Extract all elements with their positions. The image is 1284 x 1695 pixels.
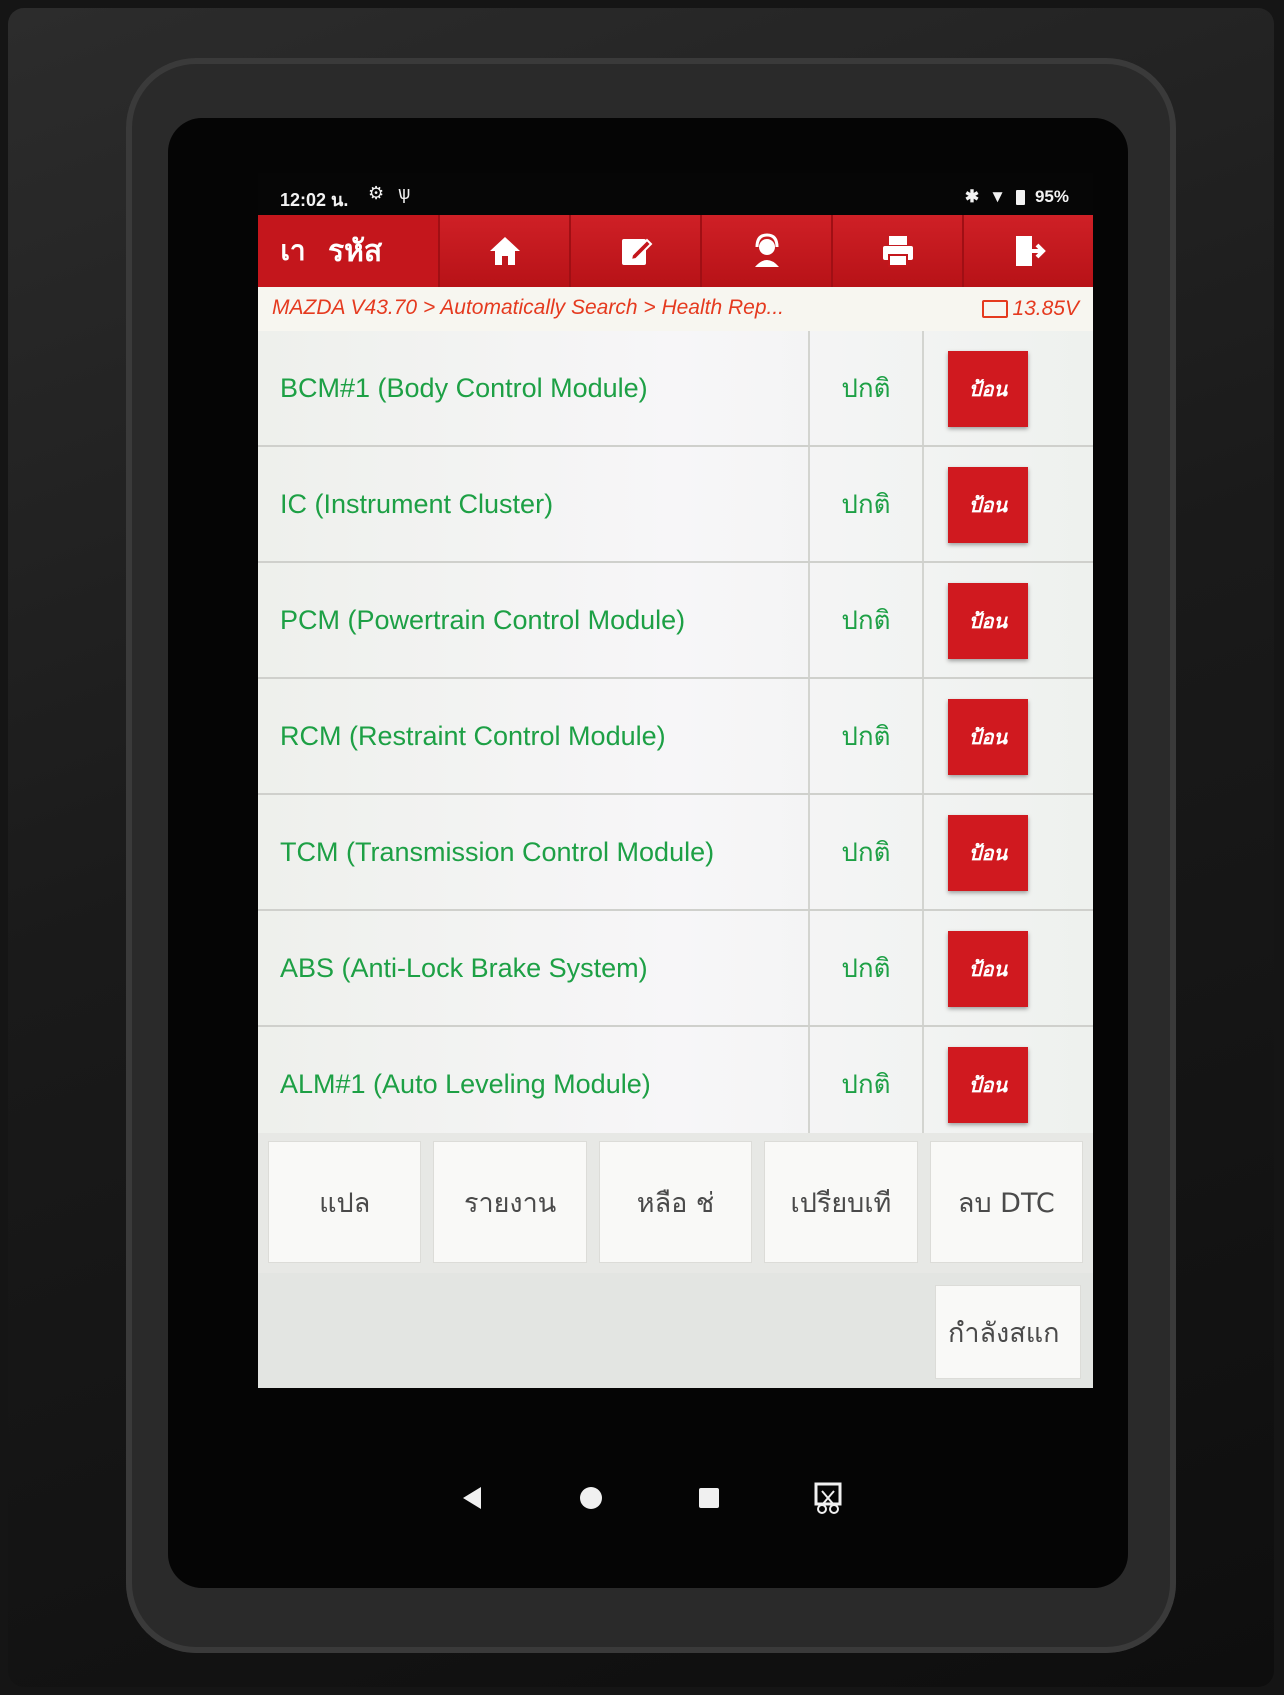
module-name: BCM#1 (Body Control Module)	[280, 331, 810, 445]
module-status: ปกติ	[810, 795, 924, 909]
enter-button[interactable]: ป้อน	[948, 815, 1028, 891]
breadcrumb-path: MAZDA V43.70 > Automatically Search > He…	[272, 296, 785, 319]
status-right: ✱ ▼ 95%	[965, 187, 1069, 207]
wifi-icon: ▼	[989, 187, 1006, 206]
app-screen: 12:02 น. ⚙ ѱ ✱ ▼ 95% เา รหัส MAZDA V43.7…	[258, 173, 1093, 1388]
enter-button[interactable]: ป้อน	[948, 699, 1028, 775]
module-row: RCM (Restraint Control Module) ปกติ ป้อน	[258, 679, 1093, 795]
battery-voltage-icon	[982, 300, 1009, 318]
enter-button[interactable]: ป้อน	[948, 1047, 1028, 1123]
support-button[interactable]	[700, 215, 831, 287]
breadcrumb: MAZDA V43.70 > Automatically Search > He…	[258, 287, 1093, 332]
module-name: ALM#1 (Auto Leveling Module)	[280, 1027, 810, 1141]
status-bar: 12:02 น. ⚙ ѱ ✱ ▼ 95%	[258, 173, 1093, 215]
voltage-value: 13.85V	[1012, 297, 1079, 320]
module-name: PCM (Powertrain Control Module)	[280, 563, 810, 677]
module-status: ปกติ	[810, 1027, 924, 1141]
battery-icon	[1015, 189, 1025, 205]
module-name: RCM (Restraint Control Module)	[280, 679, 810, 793]
settings-icon: ⚙	[368, 183, 385, 203]
android-navbar	[450, 1468, 850, 1528]
module-status: ปกติ	[810, 679, 924, 793]
tablet-device: 12:02 น. ⚙ ѱ ✱ ▼ 95% เา รหัส MAZDA V43.7…	[8, 8, 1274, 1687]
module-name: IC (Instrument Cluster)	[280, 447, 810, 561]
module-list: BCM#1 (Body Control Module) ปกติ ป้อน IC…	[258, 331, 1093, 1149]
battery-level: 95%	[1034, 187, 1069, 206]
back-button[interactable]: เา	[258, 215, 328, 287]
enter-button[interactable]: ป้อน	[948, 351, 1028, 427]
enter-button[interactable]: ป้อน	[948, 583, 1028, 659]
action-bar: แปล รายงาน หลือ ช่ เปรียบเที ลบ DTC	[258, 1133, 1093, 1273]
module-status: ปกติ	[810, 447, 924, 561]
clear-dtc-button[interactable]: ลบ DTC	[929, 1141, 1084, 1263]
nav-home-button[interactable]	[569, 1476, 613, 1520]
nav-screenshot-button[interactable]	[806, 1476, 850, 1520]
exit-icon	[1015, 236, 1046, 266]
module-row: PCM (Powertrain Control Module) ปกติ ป้อ…	[258, 563, 1093, 679]
translate-button[interactable]: แปล	[268, 1141, 422, 1263]
back-icon	[463, 1487, 481, 1509]
module-row: ABS (Anti-Lock Brake System) ปกติ ป้อน	[258, 911, 1093, 1027]
module-status: ปกติ	[810, 331, 924, 445]
bottom-area: กำลังสแก	[258, 1273, 1093, 1388]
home-button[interactable]	[438, 215, 569, 287]
exit-button[interactable]	[962, 215, 1093, 287]
module-row: BCM#1 (Body Control Module) ปกติ ป้อน	[258, 331, 1093, 447]
print-button[interactable]	[831, 215, 962, 287]
module-row: TCM (Transmission Control Module) ปกติ ป…	[258, 795, 1093, 911]
home-icon	[489, 237, 520, 265]
report-button[interactable]: รายงาน	[433, 1141, 587, 1263]
module-status: ปกติ	[810, 911, 924, 1025]
module-row: ALM#1 (Auto Leveling Module) ปกติ ป้อน	[258, 1027, 1093, 1149]
module-name: TCM (Transmission Control Module)	[280, 795, 810, 909]
edit-button[interactable]	[569, 215, 700, 287]
support-icon	[754, 233, 779, 267]
enter-button[interactable]: ป้อน	[948, 467, 1028, 543]
status-time: 12:02 น.	[280, 190, 349, 210]
nav-back-button[interactable]	[450, 1476, 494, 1520]
usb-icon: ѱ	[398, 183, 411, 203]
edit-icon	[621, 238, 652, 265]
module-row: IC (Instrument Cluster) ปกติ ป้อน	[258, 447, 1093, 563]
compare-button[interactable]: เปรียบเที	[764, 1141, 918, 1263]
module-name: ABS (Anti-Lock Brake System)	[280, 911, 810, 1025]
bluetooth-icon: ✱	[964, 187, 980, 206]
nav-recents-button[interactable]	[687, 1476, 731, 1520]
enter-button[interactable]: ป้อน	[948, 931, 1028, 1007]
recents-icon	[699, 1488, 720, 1508]
help-button[interactable]: หลือ ช่	[598, 1141, 753, 1263]
voltage-readout: 13.85V	[982, 297, 1079, 321]
module-status: ปกติ	[810, 563, 924, 677]
scanning-button[interactable]: กำลังสแก	[935, 1285, 1081, 1379]
app-toolbar: เา รหัส	[258, 215, 1093, 287]
home-circle-icon	[579, 1487, 602, 1509]
toolbar-title: รหัส	[328, 233, 383, 269]
print-icon	[882, 236, 913, 267]
screenshot-icon	[814, 1482, 842, 1514]
